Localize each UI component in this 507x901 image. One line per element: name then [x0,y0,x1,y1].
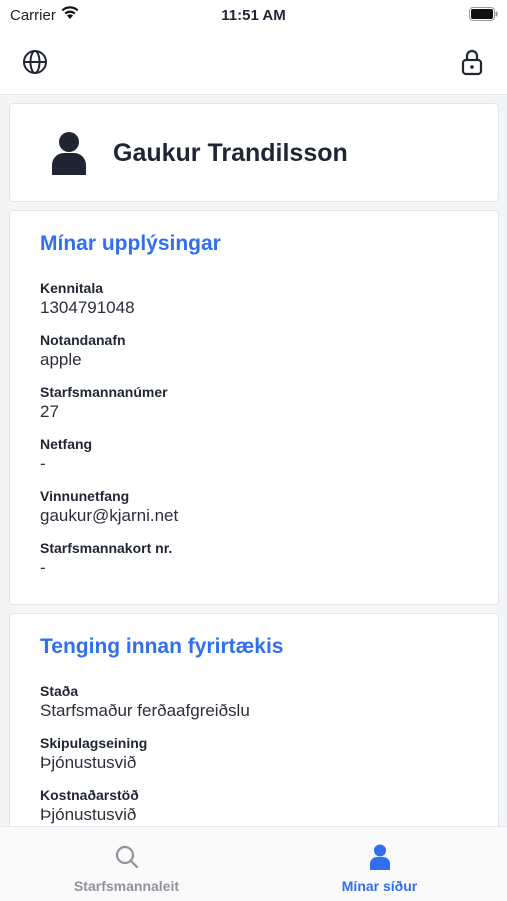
field-work-email: Vinnunetfang gaukur@kjarni.net [40,488,178,526]
my-info-card: Mínar upplýsingar Kennitala 1304791048 N… [9,210,499,605]
field-username: Notandanafn apple [40,332,126,370]
search-icon [0,844,253,870]
field-org-unit: Skipulagseining Þjónustusvið [40,735,147,773]
top-navigation-bar [0,30,507,95]
field-label: Kennitala [40,280,104,296]
field-label: Staða [40,683,79,699]
battery-icon [469,7,499,25]
field-label: Starfsmannanúmer [40,384,168,400]
field-value: Starfsmaður ferðaafgreiðslu [40,701,250,720]
field-label: Netfang [40,436,93,452]
field-position: Staða Starfsmaður ferðaafgreiðslu [40,683,250,721]
my-info-title: Mínar upplýsingar [40,232,221,255]
field-email: Netfang - [40,436,92,474]
field-employee-number: Starfsmannanúmer 27 [40,384,168,422]
company-connection-card: Tenging innan fyrirtækis Staða Starfsmað… [9,613,499,826]
field-value: - [40,558,46,577]
field-value: Þjónustusvið [40,753,137,772]
field-cost-center: Kostnaðarstöð Þjónustusvið [40,787,139,825]
profile-card: Gaukur Trandilsson [9,103,499,202]
tab-my-pages[interactable]: Mínar síður [253,827,506,901]
field-label: Skipulagseining [40,735,148,751]
bottom-tab-bar: Starfsmannaleit Mínar síður [0,826,507,901]
tab-label: Starfsmannaleit [73,878,180,894]
person-icon [253,844,506,870]
field-value: apple [40,350,82,369]
tab-label: Mínar síður [341,878,418,894]
field-label: Starfsmannakort nr. [40,540,173,556]
globe-icon[interactable] [17,44,53,80]
company-connection-title: Tenging innan fyrirtækis [40,635,284,658]
field-label: Vinnunetfang [40,488,130,504]
field-kennitala: Kennitala 1304791048 [40,280,135,318]
field-label: Notandanafn [40,332,126,348]
tab-employee-search[interactable]: Starfsmannaleit [0,827,253,901]
field-value: gaukur@kjarni.net [40,506,179,525]
field-label: Kostnaðarstöð [40,787,139,803]
lock-icon[interactable] [454,44,490,80]
user-name: Gaukur Trandilsson [113,139,348,167]
field-value: 1304791048 [40,298,135,317]
person-icon [51,131,87,180]
main-content[interactable]: Gaukur Trandilsson Mínar upplýsingar Ken… [0,94,507,826]
clock-label: 11:51 AM [221,7,286,24]
field-value: - [40,454,46,473]
field-value: 27 [40,402,59,421]
status-bar: Carrier 11:51 AM [0,0,507,30]
field-value: Þjónustusvið [40,805,137,824]
field-employee-card: Starfsmannakort nr. - [40,540,172,578]
